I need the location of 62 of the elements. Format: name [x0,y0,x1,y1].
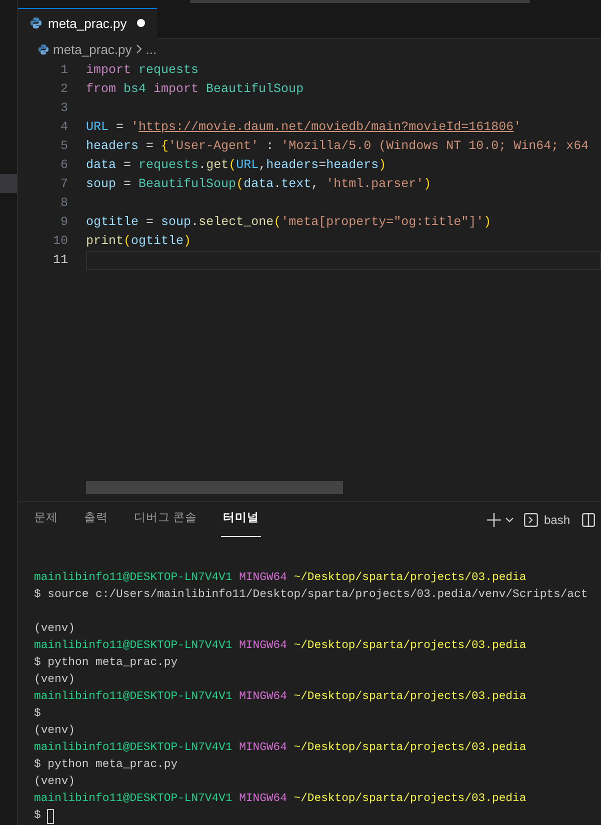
python-file-icon [38,44,49,55]
code-line: URL = 'https://movie.daum.net/moviedb/main?movieId=161806' [86,119,522,136]
shell-name[interactable]: bash [544,510,570,529]
terminal-output: $ source c:/Users/mainlibinfo11/Desktop/sparta/projects/03.pedia/venv/Scripts/act [34,588,588,603]
line-number: 8 [59,195,68,212]
breadcrumb-item[interactable]: ... [146,40,157,60]
prompt-path: ~/Desktop/sparta/projects/03.pedia [294,570,526,586]
prompt-user-host: mainlibinfo11@DESKTOP-LN7V4V1 [34,792,232,807]
prompt-path: ~/Desktop/sparta/projects/03.pedia [294,638,526,654]
selected-item-highlight [0,174,17,193]
prompt-user-host: mainlibinfo11@DESKTOP-LN7V4V1 [34,690,232,705]
terminal-icon [524,512,538,527]
python-file-icon [30,17,42,30]
code-line: soup = BeautifulSoup(data.text, 'html.parser') [86,176,432,194]
prompt-user-host: mainlibinfo11@DESKTOP-LN7V4V1 [34,740,232,756]
terminal-output: (venv) [34,724,76,739]
code-line: ogtitle = soup.select_one('meta[property="og:title"]') [86,214,492,232]
prompt-user-host: mainlibinfo11@DESKTOP-LN7V4V1 [34,570,232,586]
terminal-prompt: $ [34,808,41,824]
line-number: 2 [59,81,68,98]
line-number: 6 [59,157,68,174]
code-line: headers = {'User-Agent' : 'Mozilla/5.0 (Windows NT 10.0; Win64; x64 [86,138,589,156]
prompt-system: MINGW64 [239,792,287,807]
code-line: from bs4 import BeautifulSoup [86,81,304,98]
terminal-output: (venv) [34,672,76,688]
prompt-system: MINGW64 [239,639,287,654]
line-number: 5 [59,138,68,156]
prompt-user-host: mainlibinfo11@DESKTOP-LN7V4V1 [34,638,232,654]
panel-tab[interactable]: 터미널 [221,502,262,537]
line-number: 4 [59,119,68,136]
split-terminal-icon[interactable] [582,512,595,527]
panel-tab[interactable]: 문제 [32,502,60,537]
terminal-output: (venv) [34,622,76,637]
terminal-output: $ python meta_prac.py [34,656,178,671]
line-number: 7 [59,176,68,194]
prompt-path: ~/Desktop/sparta/projects/03.pedia [294,740,526,756]
plus-icon[interactable] [486,512,501,527]
chevron-down-icon[interactable] [504,516,514,523]
prompt-path: ~/Desktop/sparta/projects/03.pedia [294,792,526,807]
code-line: import requests [86,62,199,80]
prompt-system: MINGW64 [239,741,287,756]
prompt-path: ~/Desktop/sparta/projects/03.pedia [294,690,526,705]
tab-label: meta_prac.py [48,14,127,33]
terminal-output: (venv) [34,774,76,790]
editor-tab[interactable]: meta_prac.py [18,8,157,39]
code-line: data = requests.get(URL,headers=headers) [86,157,386,174]
prompt-system: MINGW64 [239,690,287,705]
line-number: 3 [59,100,68,118]
terminal-output: $ [34,706,41,722]
line-number: 11 [52,252,68,270]
line-number: 9 [59,214,68,232]
code-line: print(ogtitle) [86,233,192,250]
horizontal-scrollbar[interactable] [86,480,343,494]
line-number: 1 [59,62,68,80]
text-cursor-icon [46,809,54,824]
panel-tab[interactable]: 디버그 콘솔 [132,502,200,537]
terminal-output: $ python meta_prac.py [34,758,178,773]
line-number: 10 [52,233,68,250]
panel-tab[interactable]: 출력 [82,502,110,537]
chevron-right-icon [136,44,142,54]
prompt-system: MINGW64 [239,571,287,586]
breadcrumb-item[interactable]: meta_prac.py [53,40,132,60]
